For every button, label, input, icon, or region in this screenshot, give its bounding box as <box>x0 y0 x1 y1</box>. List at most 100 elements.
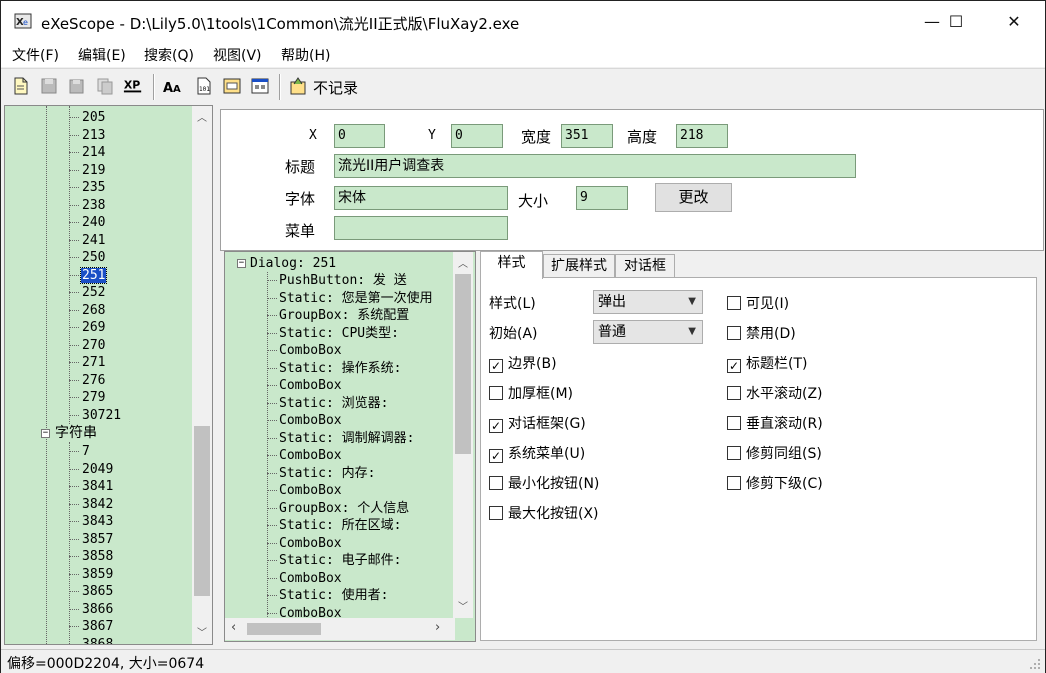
tree-item[interactable]: 268 <box>69 302 106 320</box>
tree-item[interactable]: 3868 <box>69 636 114 644</box>
collapse-icon[interactable]: − <box>237 259 246 268</box>
style-checkbox[interactable]: 修剪下级(C) <box>727 473 823 493</box>
checkbox-icon[interactable] <box>727 476 741 490</box>
style-checkbox[interactable]: ✓ 标题栏(T) <box>727 353 807 373</box>
checkbox-icon[interactable]: ✓ <box>489 419 503 433</box>
dialog-control-item[interactable]: ComboBox <box>267 377 342 395</box>
change-font-button[interactable]: 更改 <box>655 183 732 212</box>
checkbox-icon[interactable] <box>489 506 503 520</box>
dialog-control-item[interactable]: ComboBox <box>267 342 342 360</box>
tree-item[interactable]: 240 <box>69 214 106 232</box>
menu-file[interactable]: 文件(F) <box>12 45 59 65</box>
scroll-down-icon[interactable]: ﹀ <box>453 599 473 616</box>
no-log-toggle[interactable]: 不记录 <box>313 77 358 98</box>
style-checkbox[interactable]: 可见(I) <box>727 293 789 313</box>
tree-item[interactable]: 3842 <box>69 496 114 514</box>
menu-help[interactable]: 帮助(H) <box>281 45 330 65</box>
scroll-thumb[interactable] <box>247 623 321 635</box>
tree-item[interactable]: 3866 <box>69 601 114 619</box>
tree-item[interactable]: 7 <box>69 443 91 461</box>
scroll-thumb[interactable] <box>194 426 210 596</box>
tree-item[interactable]: 2049 <box>69 461 114 479</box>
menu-field[interactable] <box>334 216 508 240</box>
style-checkbox[interactable]: 加厚框(M) <box>489 383 573 403</box>
dialog-vertical-scrollbar[interactable]: ︿ ﹀ <box>453 252 473 618</box>
tree-group-strings[interactable]: − 字符串 <box>41 425 98 443</box>
x-field[interactable]: 0 <box>334 124 385 148</box>
dialog-horizontal-scrollbar[interactable]: ‹ › <box>225 618 455 640</box>
window-view-icon[interactable] <box>250 76 270 96</box>
open-file-icon[interactable] <box>11 76 31 96</box>
style-checkbox[interactable]: 禁用(D) <box>727 323 796 343</box>
tree-item[interactable]: 3841 <box>69 478 114 496</box>
resize-grip-icon[interactable] <box>1029 658 1041 670</box>
style-checkbox[interactable]: 水平滚动(Z) <box>727 383 823 403</box>
dialog-control-item[interactable]: ComboBox <box>267 482 342 500</box>
menu-view[interactable]: 视图(V) <box>213 45 262 65</box>
close-button[interactable]: ✕ <box>991 1 1037 43</box>
menu-edit[interactable]: 编辑(E) <box>78 45 126 65</box>
size-field[interactable]: 9 <box>576 186 628 210</box>
dialog-edit-icon[interactable] <box>222 76 242 96</box>
tree-item[interactable]: 251 <box>69 266 108 285</box>
checkbox-icon[interactable] <box>727 296 741 310</box>
collapse-icon[interactable]: − <box>41 429 50 438</box>
save-icon[interactable] <box>39 76 59 96</box>
checkbox-icon[interactable]: ✓ <box>489 359 503 373</box>
dialog-control-item[interactable]: Static: 电子邮件: <box>267 552 401 570</box>
width-field[interactable]: 351 <box>561 124 613 148</box>
style-checkbox[interactable]: 垂直滚动(R) <box>727 413 823 433</box>
y-field[interactable]: 0 <box>451 124 503 148</box>
log-icon[interactable] <box>288 76 308 96</box>
font-field[interactable]: 宋体 <box>334 186 508 210</box>
dialog-root[interactable]: − Dialog: 251 <box>237 255 336 273</box>
dialog-control-item[interactable]: Static: 调制解调器: <box>267 430 414 448</box>
tree-item[interactable]: 252 <box>69 284 106 302</box>
checkbox-icon[interactable] <box>489 386 503 400</box>
init-select[interactable]: 普通 ▼ <box>593 320 703 344</box>
dialog-control-item[interactable]: PushButton: 发 送 <box>267 272 407 290</box>
tree-item[interactable]: 3859 <box>69 566 114 584</box>
dialog-control-item[interactable]: Static: 所在区域: <box>267 517 401 535</box>
tree-item[interactable]: 30721 <box>69 407 122 425</box>
tree-item[interactable]: 235 <box>69 179 106 197</box>
tree-item[interactable]: 276 <box>69 372 106 390</box>
menu-search[interactable]: 搜索(Q) <box>144 45 194 65</box>
dialog-control-item[interactable]: Static: CPU类型: <box>267 325 399 343</box>
checkbox-icon[interactable]: ✓ <box>489 449 503 463</box>
tab-extended-style[interactable]: 扩展样式 <box>543 254 615 279</box>
tree-item[interactable]: 213 <box>69 127 106 145</box>
scroll-up-icon[interactable]: ︿ <box>192 110 212 127</box>
style-checkbox[interactable]: ✓ 边界(B) <box>489 353 557 373</box>
tab-style[interactable]: 样式 <box>480 251 543 279</box>
dialog-control-item[interactable]: GroupBox: 系统配置 <box>267 307 409 325</box>
xp-manifest-icon[interactable]: XP <box>123 76 143 96</box>
scroll-left-icon[interactable]: ‹ <box>231 620 236 635</box>
style-checkbox[interactable]: ✓ 系统菜单(U) <box>489 443 585 463</box>
dialog-control-item[interactable]: GroupBox: 个人信息 <box>267 500 409 518</box>
style-select[interactable]: 弹出 ▼ <box>593 290 703 314</box>
dialog-control-tree[interactable]: − Dialog: 251 PushButton: 发 送 Static: 您是第一… <box>224 251 476 642</box>
checkbox-icon[interactable]: ✓ <box>727 359 741 373</box>
checkbox-icon[interactable] <box>727 446 741 460</box>
dialog-control-item[interactable]: ComboBox <box>267 412 342 430</box>
dialog-control-item[interactable]: Static: 使用者: <box>267 587 388 605</box>
scroll-up-icon[interactable]: ︿ <box>453 256 473 273</box>
dialog-control-item[interactable]: Static: 内存: <box>267 465 375 483</box>
tree-item[interactable]: 3857 <box>69 531 114 549</box>
tree-item[interactable]: 3867 <box>69 618 114 636</box>
tree-item[interactable]: 269 <box>69 319 106 337</box>
tree-item[interactable]: 205 <box>69 109 106 127</box>
checkbox-icon[interactable] <box>727 386 741 400</box>
scroll-thumb[interactable] <box>455 274 471 454</box>
style-checkbox[interactable]: 修剪同组(S) <box>727 443 822 463</box>
tree-item[interactable]: 214 <box>69 144 106 162</box>
checkbox-icon[interactable] <box>489 476 503 490</box>
copy-icon[interactable] <box>95 76 115 96</box>
dialog-control-item[interactable]: Static: 浏览器: <box>267 395 388 413</box>
tree-item[interactable]: 3865 <box>69 583 114 601</box>
dialog-control-item[interactable]: Static: 操作系统: <box>267 360 401 378</box>
tree-item[interactable]: 219 <box>69 162 106 180</box>
hex-view-icon[interactable]: 101 <box>194 76 214 96</box>
checkbox-icon[interactable] <box>727 416 741 430</box>
